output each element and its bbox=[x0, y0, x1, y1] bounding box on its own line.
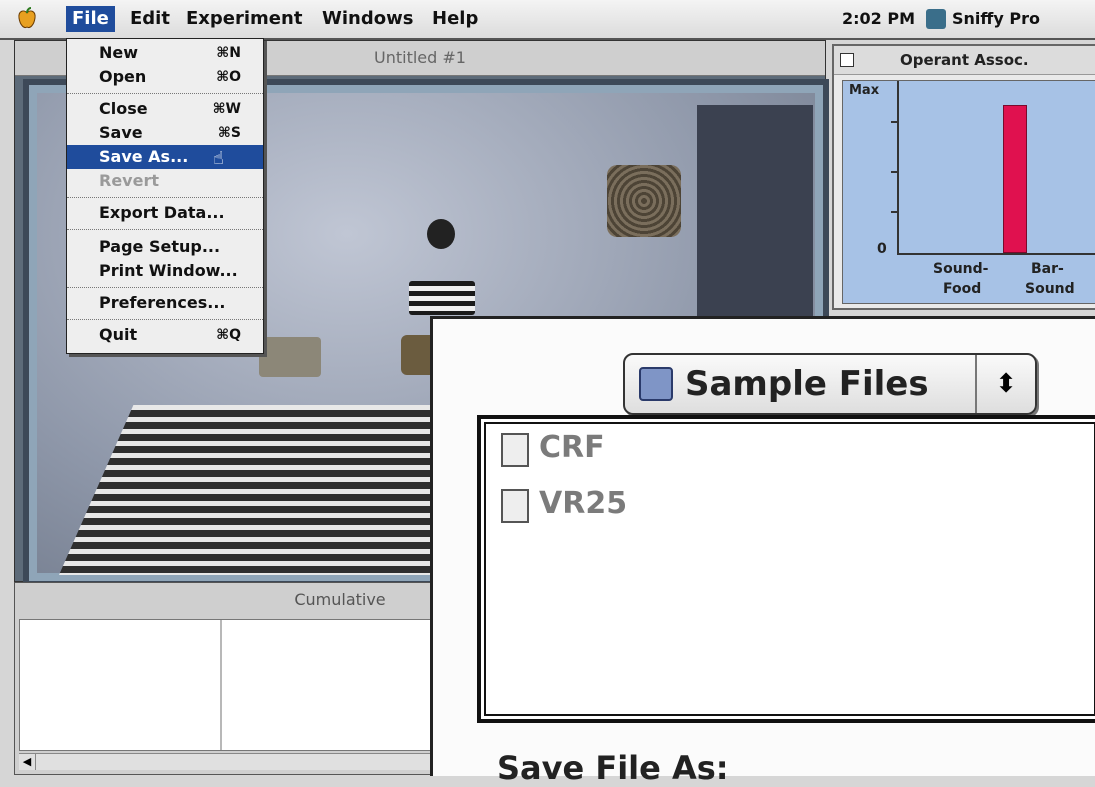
file-menu-dropdown: New ⌘N Open ⌘O Close ⌘W Save ⌘S Save As.… bbox=[66, 38, 264, 354]
menu-item-save[interactable]: Save ⌘S bbox=[67, 121, 263, 145]
menu-item-label: New bbox=[99, 43, 139, 62]
menu-item-print-window[interactable]: Print Window... bbox=[67, 259, 263, 283]
operant-chart: Max 0 Sound- Food Bar- Sound bbox=[842, 80, 1095, 304]
menu-item-export-data[interactable]: Export Data... bbox=[67, 201, 263, 225]
folder-popup-menu[interactable]: Sample Files ⬍ bbox=[623, 353, 1037, 415]
menubar-clock: 2:02 PM bbox=[842, 9, 916, 28]
speaker-grille bbox=[607, 165, 681, 237]
menu-item-label: Open bbox=[99, 67, 147, 86]
chamber-light bbox=[427, 219, 455, 249]
operant-title: Operant Assoc. bbox=[900, 51, 1029, 69]
cumulative-title[interactable]: Cumulative bbox=[15, 583, 445, 617]
y-tick bbox=[891, 171, 899, 173]
file-list[interactable]: CRF VR25 bbox=[477, 415, 1095, 723]
category-label-sound-food: Sound- bbox=[933, 261, 989, 277]
menu-shortcut: ⌘O bbox=[216, 69, 241, 85]
cumulative-record-window: Cumulative ◀ bbox=[14, 582, 446, 775]
menu-item-preferences[interactable]: Preferences... bbox=[67, 291, 263, 315]
menu-item-label: Page Setup... bbox=[99, 237, 221, 256]
menu-separator bbox=[67, 287, 263, 288]
menu-item-page-setup[interactable]: Page Setup... bbox=[67, 235, 263, 259]
plot-divider bbox=[220, 620, 222, 750]
category-label-sound-food-2: Food bbox=[943, 281, 982, 297]
menu-item-label: Print Window... bbox=[99, 261, 238, 280]
menu-item-quit[interactable]: Quit ⌘Q bbox=[67, 323, 263, 347]
document-icon bbox=[501, 489, 529, 523]
close-box-icon[interactable] bbox=[840, 53, 854, 67]
water-dispenser bbox=[259, 337, 321, 377]
menu-item-label: Export Data... bbox=[99, 203, 225, 222]
folder-icon bbox=[639, 367, 673, 401]
menu-shortcut: ⌘W bbox=[212, 101, 241, 117]
folder-popup-label: Sample Files bbox=[685, 364, 929, 404]
menu-item-save-as[interactable]: Save As... ☝ bbox=[67, 145, 263, 169]
bar-sound-food bbox=[1003, 105, 1027, 253]
menu-item-revert: Revert bbox=[67, 169, 263, 193]
menu-item-close[interactable]: Close ⌘W bbox=[67, 97, 263, 121]
menu-shortcut: ⌘S bbox=[217, 125, 241, 141]
menu-edit[interactable]: Edit bbox=[124, 6, 176, 32]
save-dialog: Sample Files ⬍ CRF VR25 Save File As: bbox=[430, 316, 1095, 787]
file-name: CRF bbox=[539, 430, 605, 465]
menu-help[interactable]: Help bbox=[426, 6, 484, 32]
menu-item-label: Close bbox=[99, 99, 148, 118]
scroll-left-arrow-icon[interactable]: ◀ bbox=[19, 754, 36, 770]
app-icon[interactable] bbox=[926, 9, 946, 29]
operant-titlebar[interactable]: Operant Assoc. bbox=[834, 46, 1095, 75]
menu-bar: File Edit Experiment Windows Help 2:02 P… bbox=[0, 0, 1095, 40]
apple-menu-icon[interactable] bbox=[14, 6, 40, 32]
menu-item-new[interactable]: New ⌘N bbox=[67, 41, 263, 65]
category-label-bar-sound-2: Sound bbox=[1025, 281, 1075, 297]
up-down-arrows-icon: ⬍ bbox=[975, 355, 1035, 413]
menu-separator bbox=[67, 197, 263, 198]
cumulative-plot bbox=[19, 619, 441, 751]
menu-shortcut: ⌘N bbox=[216, 45, 241, 61]
menu-item-label: Save As... bbox=[99, 147, 189, 166]
menu-file[interactable]: File bbox=[66, 6, 115, 32]
menu-item-label: Revert bbox=[99, 171, 159, 190]
y-zero-label: 0 bbox=[877, 241, 887, 257]
category-label-bar-sound: Bar- bbox=[1031, 261, 1064, 277]
y-tick bbox=[891, 211, 899, 213]
menu-separator bbox=[67, 319, 263, 320]
y-max-label: Max bbox=[849, 83, 880, 98]
menu-item-label: Save bbox=[99, 123, 143, 142]
hand-cursor-icon: ☝ bbox=[213, 148, 224, 169]
y-tick bbox=[891, 121, 899, 123]
plot-area bbox=[897, 81, 1095, 255]
menu-item-open[interactable]: Open ⌘O bbox=[67, 65, 263, 89]
menu-windows[interactable]: Windows bbox=[316, 6, 419, 32]
menu-item-label: Quit bbox=[99, 325, 138, 344]
menu-separator bbox=[67, 229, 263, 230]
menu-item-label: Preferences... bbox=[99, 293, 226, 312]
document-icon bbox=[501, 433, 529, 467]
save-as-label: Save File As: bbox=[497, 749, 729, 787]
operant-assoc-window: Operant Assoc. Max 0 Sound- Food Bar- So… bbox=[832, 44, 1095, 310]
application-menu[interactable]: Sniffy Pro bbox=[952, 6, 1040, 32]
menu-shortcut: ⌘Q bbox=[216, 327, 241, 343]
lever-bar[interactable] bbox=[409, 281, 475, 315]
file-name: VR25 bbox=[539, 486, 628, 521]
menu-separator bbox=[67, 93, 263, 94]
menu-experiment[interactable]: Experiment bbox=[180, 6, 308, 32]
horizontal-scrollbar[interactable]: ◀ bbox=[19, 753, 439, 770]
